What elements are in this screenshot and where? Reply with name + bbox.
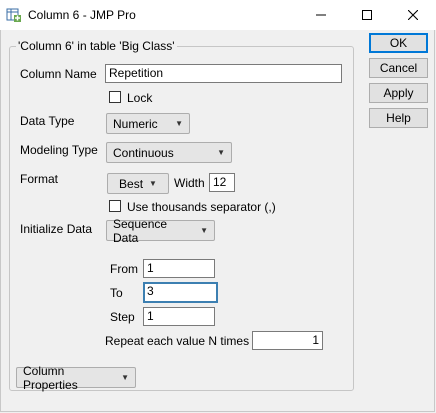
initialize-data-label: Initialize Data xyxy=(20,222,93,236)
to-label: To xyxy=(110,286,123,300)
column-properties-button[interactable]: Column Properties ▼ xyxy=(16,364,136,392)
format-dropdown[interactable]: Best ▼ xyxy=(107,173,169,194)
minimize-button[interactable] xyxy=(298,0,344,30)
lock-label: Lock xyxy=(127,91,153,105)
modeling-type-label: Modeling Type xyxy=(20,143,98,157)
window-title: Column 6 - JMP Pro xyxy=(28,8,136,22)
initialize-data-dropdown[interactable]: Sequence Data ▼ xyxy=(106,217,215,245)
format-value: Best xyxy=(119,176,144,191)
column-properties-label: Column Properties xyxy=(23,363,78,392)
chevron-down-icon: ▼ xyxy=(149,179,157,188)
thousands-separator-checkbox[interactable] xyxy=(109,200,121,212)
data-type-dropdown[interactable]: Numeric ▼ xyxy=(106,113,190,134)
column-name-input[interactable]: Repetition xyxy=(105,64,342,83)
data-type-label: Data Type xyxy=(20,114,75,128)
step-label: Step xyxy=(110,310,135,324)
width-label: Width xyxy=(174,176,205,190)
chevron-down-icon: ▼ xyxy=(121,373,129,382)
format-label: Format xyxy=(20,172,59,186)
cancel-button[interactable]: Cancel xyxy=(369,58,428,78)
step-input[interactable]: 1 xyxy=(143,307,215,326)
initialize-data-value: Sequence Data xyxy=(113,216,168,245)
chevron-down-icon: ▼ xyxy=(217,148,225,157)
column-name-label: Column Name xyxy=(20,67,97,81)
lock-checkbox[interactable] xyxy=(109,91,121,103)
repeat-input[interactable]: 1 xyxy=(252,331,323,350)
close-button[interactable] xyxy=(390,0,436,30)
repeat-label: Repeat each value N times xyxy=(105,334,250,348)
group-legend: 'Column 6' in table 'Big Class' xyxy=(16,39,177,53)
chevron-down-icon: ▼ xyxy=(200,226,208,235)
apply-button[interactable]: Apply xyxy=(369,83,428,103)
jmp-app-icon xyxy=(6,7,22,23)
help-button[interactable]: Help xyxy=(369,108,428,128)
to-input[interactable]: 3 xyxy=(143,282,218,303)
from-input[interactable]: 1 xyxy=(143,259,215,278)
from-label: From xyxy=(110,262,138,276)
maximize-button[interactable] xyxy=(344,0,390,30)
modeling-type-dropdown[interactable]: Continuous ▼ xyxy=(106,142,232,163)
modeling-type-value: Continuous xyxy=(113,145,174,160)
data-type-value: Numeric xyxy=(113,116,158,131)
chevron-down-icon: ▼ xyxy=(175,119,183,128)
width-input[interactable]: 12 xyxy=(209,173,235,192)
thousands-separator-label: Use thousands separator (,) xyxy=(127,200,276,214)
ok-button[interactable]: OK xyxy=(369,33,428,53)
